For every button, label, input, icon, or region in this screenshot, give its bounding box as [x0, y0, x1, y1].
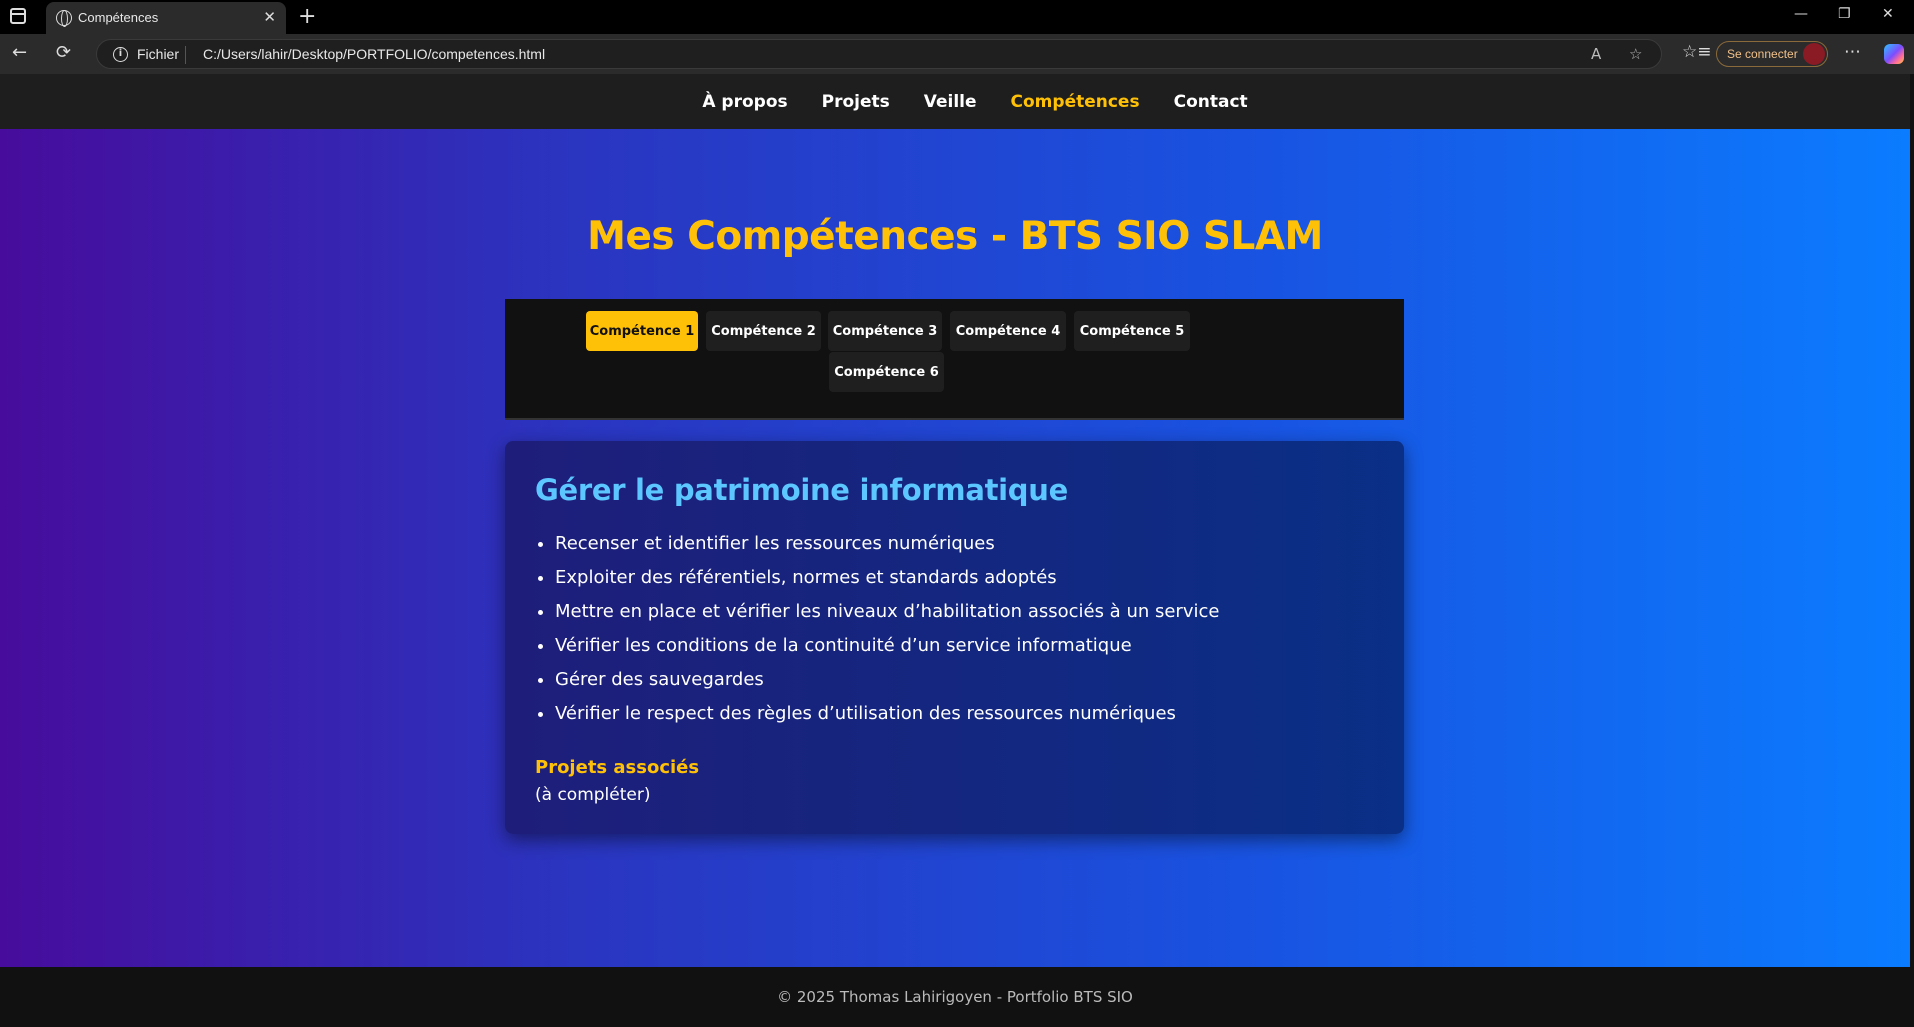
projects-title: Projets associés: [535, 757, 700, 778]
avatar: [1803, 43, 1825, 65]
nav-link-4[interactable]: Compétences: [1011, 92, 1140, 112]
tab-actions-icon[interactable]: [10, 8, 26, 24]
globe-icon: [56, 10, 72, 27]
competence-tab-2[interactable]: Compétence 2: [706, 311, 821, 351]
list-item: Gérer des sauvegardes: [555, 663, 1219, 697]
browser-tab-bar: Compétences ✕ + — ❐ ✕: [0, 0, 1914, 34]
footer: © 2025 Thomas Lahirigoyen - Portfolio BT…: [0, 967, 1910, 1027]
list-item: Mettre en place et vérifier les niveaux …: [555, 595, 1219, 629]
competence-tab-3[interactable]: Compétence 3: [828, 311, 942, 351]
more-icon[interactable]: ⋯: [1844, 42, 1861, 62]
browser-toolbar: ← ⟳ i Fichier C:/Users/lahir/Desktop/POR…: [0, 34, 1914, 74]
site-navigation: À propos Projets Veille Compétences Contact: [0, 74, 1910, 129]
competence-tab-5[interactable]: Compétence 5: [1074, 311, 1190, 351]
competence-tab-6[interactable]: Compétence 6: [829, 352, 944, 392]
scrollbar[interactable]: [1910, 74, 1914, 1027]
list-item: Vérifier les conditions de la continuité…: [555, 629, 1219, 663]
card-title: Gérer le patrimoine informatique: [535, 473, 1068, 507]
footer-text: © 2025 Thomas Lahirigoyen - Portfolio BT…: [777, 988, 1133, 1006]
refresh-button[interactable]: ⟳: [56, 42, 71, 63]
page-content: À propos Projets Veille Compétences Contact …: [0, 74, 1910, 1027]
competence-list: Recenser et identifier les ressources nu…: [555, 527, 1219, 731]
address-bar[interactable]: i Fichier C:/Users/lahir/Desktop/PORTFOL…: [96, 39, 1662, 69]
nav-link-5[interactable]: Contact: [1174, 92, 1248, 112]
new-tab-button[interactable]: +: [298, 4, 316, 29]
url-text[interactable]: C:/Users/lahir/Desktop/PORTFOLIO/compete…: [203, 46, 545, 62]
competence-tabs: Compétence 1 Compétence 2 Compétence 3 Comp…: [505, 299, 1404, 420]
favorites-icon[interactable]: ☆≡: [1682, 42, 1711, 62]
close-tab-icon[interactable]: ✕: [263, 8, 276, 26]
info-icon[interactable]: i: [113, 47, 128, 62]
list-item: Recenser et identifier les ressources nu…: [555, 527, 1219, 561]
back-button[interactable]: ←: [12, 42, 27, 63]
signin-button[interactable]: Se connecter: [1716, 41, 1828, 67]
browser-tab[interactable]: Compétences ✕: [46, 2, 286, 34]
nav-link-3[interactable]: Veille: [924, 92, 977, 112]
nav-link-2[interactable]: Projets: [822, 92, 890, 112]
tab-title: Compétences: [78, 10, 159, 25]
signin-label: Se connecter: [1727, 47, 1798, 61]
nav-link-1[interactable]: À propos: [702, 92, 787, 112]
competence-tab-4[interactable]: Compétence 4: [950, 311, 1066, 351]
scheme-label: Fichier: [137, 46, 180, 62]
competence-card: Gérer le patrimoine informatique Recense…: [505, 441, 1404, 834]
list-item: Exploiter des référentiels, normes et st…: [555, 561, 1219, 595]
projects-text: (à compléter): [535, 785, 651, 805]
copilot-icon[interactable]: [1884, 44, 1904, 64]
list-item: Vérifier le respect des règles d’utilisa…: [555, 697, 1219, 731]
competence-tab-1[interactable]: Compétence 1: [586, 311, 698, 351]
read-aloud-icon[interactable]: A: [1591, 45, 1601, 63]
restore-button[interactable]: ❐: [1838, 6, 1851, 22]
close-window-button[interactable]: ✕: [1882, 6, 1894, 22]
page-title: Mes Compétences - BTS SIO SLAM: [587, 214, 1323, 259]
minimize-button[interactable]: —: [1794, 6, 1808, 22]
favorite-star-icon[interactable]: ☆: [1629, 45, 1642, 63]
address-separator: [185, 46, 186, 64]
